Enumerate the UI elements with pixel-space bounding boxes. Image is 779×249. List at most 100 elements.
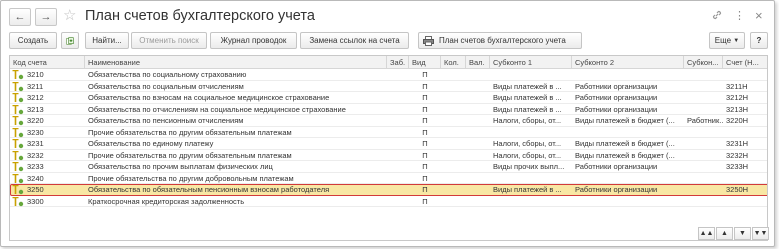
find-button[interactable]: Найти... xyxy=(85,32,129,49)
account-code: 3233 xyxy=(27,162,44,171)
cell-code: 3232 xyxy=(10,150,85,162)
table-row[interactable]: 3232 Прочие обязательства по другим обяза… xyxy=(10,150,767,162)
print-chart-label: План счетов бухгалтерского учета xyxy=(439,36,566,45)
scroll-first-button[interactable]: ▲▲ xyxy=(698,227,715,240)
cell-nu xyxy=(723,173,767,185)
account-code: 3230 xyxy=(27,127,44,137)
cell-kol xyxy=(441,69,466,81)
forward-button[interactable]: → xyxy=(35,8,57,26)
table-header: Код счета Наименование Заб. Вид Кол. Вал… xyxy=(10,56,767,69)
header-subkonto-1[interactable]: Субконто 1 xyxy=(490,56,572,69)
cell-vid: П xyxy=(422,127,428,137)
scroll-last-button[interactable]: ▼▼ xyxy=(752,227,769,240)
cell-s1: Виды платежей в ... xyxy=(493,93,562,102)
header-subkonto-2[interactable]: Субконто 2 xyxy=(572,56,684,69)
cell-s1: Виды прочих выпл... xyxy=(493,162,565,171)
cell-zab xyxy=(387,150,409,162)
cell-s1 xyxy=(490,196,572,208)
cancel-search-button[interactable]: Отменить поиск xyxy=(131,32,207,49)
cell-s1: Налоги, сборы, от... xyxy=(493,139,562,148)
cell-code: 3211 xyxy=(10,81,85,93)
cell-kol xyxy=(441,138,466,150)
cell-s2: Работники организации xyxy=(575,81,658,91)
cell-name: Обязательства по отчислениям на социальн… xyxy=(88,104,346,114)
account-code: 3212 xyxy=(27,93,44,102)
cell-name: Краткосрочная кредиторская задолженность xyxy=(88,196,245,206)
more-vertical-icon[interactable]: ⋮ xyxy=(734,9,745,23)
help-button[interactable]: ? xyxy=(750,32,768,49)
account-type-icon xyxy=(12,196,24,207)
table-row[interactable]: 3212 Обязательства по взносам на социальн… xyxy=(10,92,767,104)
table-row[interactable]: 3211 Обязательства по социальным отчислен… xyxy=(10,81,767,93)
cell-val xyxy=(466,184,490,196)
header-name[interactable]: Наименование xyxy=(85,56,387,69)
cell-s3 xyxy=(684,69,723,81)
cell-s2: Работники организации xyxy=(575,162,658,171)
header-vid[interactable]: Вид xyxy=(409,56,441,69)
account-code: 3232 xyxy=(27,150,44,160)
copy-button[interactable] xyxy=(61,32,79,49)
table-row[interactable]: 3231 Обязательства по единому платежу П Нал… xyxy=(10,138,767,150)
close-icon[interactable]: × xyxy=(755,9,763,23)
cell-code: 3231 xyxy=(10,138,85,150)
header-zab[interactable]: Заб. xyxy=(387,56,409,69)
header-kol[interactable]: Кол. xyxy=(441,56,466,69)
cell-val xyxy=(466,150,490,162)
table-row[interactable]: 3230 Прочие обязательства по другим обяза… xyxy=(10,127,767,139)
cell-code: 3300 xyxy=(10,196,85,208)
cell-name: Прочие обязательства по другим обязатель… xyxy=(88,127,292,137)
table-row[interactable]: 3250 Обязательства по обязательным пенсио… xyxy=(10,184,767,196)
header-code[interactable]: Код счета xyxy=(10,56,85,69)
link-icon[interactable] xyxy=(711,9,723,24)
arrow-right-icon: → xyxy=(40,11,52,23)
cell-zab xyxy=(387,127,409,139)
scroll-up-button[interactable]: ▲ xyxy=(716,227,733,240)
cell-s2: Работники организации xyxy=(575,104,658,114)
account-code: 3250 xyxy=(27,185,44,194)
cell-kol xyxy=(441,161,466,173)
table-row[interactable]: 3220 Обязательства по пенсионным отчислен… xyxy=(10,115,767,127)
cell-code: 3250 xyxy=(10,184,85,196)
journal-button[interactable]: Журнал проводок xyxy=(210,32,297,49)
scroll-down-button[interactable]: ▼ xyxy=(734,227,751,240)
cell-nu: 3231Н xyxy=(726,139,749,148)
cell-zab xyxy=(387,138,409,150)
table-row[interactable]: 3213 Обязательства по отчислениям на соци… xyxy=(10,104,767,116)
cell-val xyxy=(466,81,490,93)
create-button[interactable]: Создать xyxy=(9,32,57,49)
back-button[interactable]: ← xyxy=(9,8,31,26)
more-button[interactable]: Еще ▼ xyxy=(709,32,745,49)
cell-s2: Виды платежей в бюджет (... xyxy=(575,150,675,160)
cell-zab xyxy=(387,161,409,173)
replace-links-button[interactable]: Замена ссылок на счета xyxy=(300,32,409,49)
cell-name: Прочие обязательства по другим обязатель… xyxy=(88,150,292,160)
cell-vid: П xyxy=(422,139,428,148)
table-row[interactable]: 3240 Прочие обязательства по другим добро… xyxy=(10,173,767,185)
cell-name: Прочие обязательства по другим доброволь… xyxy=(88,173,294,183)
command-bar: Создать Найти... Отменить поиск Журнал п… xyxy=(1,32,774,50)
cell-s3: Работник... xyxy=(687,116,723,125)
window-title: План счетов бухгалтерского учета xyxy=(85,8,315,24)
account-type-icon xyxy=(12,138,24,149)
cell-vid: П xyxy=(422,173,428,183)
cell-name: Обязательства по пенсионным отчислениям xyxy=(88,116,244,125)
cell-zab xyxy=(387,81,409,93)
print-chart-of-accounts-button[interactable]: План счетов бухгалтерского учета xyxy=(418,32,582,49)
cell-zab xyxy=(387,104,409,116)
table-row[interactable]: 3233 Обязательства по прочим выплатам физ… xyxy=(10,161,767,173)
cell-kol xyxy=(441,104,466,116)
table-row[interactable]: 3210 Обязательства по социальному страхов… xyxy=(10,69,767,81)
cell-val xyxy=(466,161,490,173)
cell-vid: П xyxy=(422,162,428,171)
cell-vid: П xyxy=(422,81,428,91)
header-subkonto-3[interactable]: Субкон... xyxy=(684,56,723,69)
header-val[interactable]: Вал. xyxy=(466,56,490,69)
account-type-icon xyxy=(12,150,24,161)
cell-zab xyxy=(387,184,409,196)
cell-kol xyxy=(441,127,466,139)
cell-kol xyxy=(441,150,466,162)
cell-name: Обязательства по социальному страхованию xyxy=(88,70,247,79)
star-icon[interactable]: ☆ xyxy=(63,7,76,25)
header-account-nu[interactable]: Счет (Н... xyxy=(723,56,767,69)
table-row[interactable]: 3300 Краткосрочная кредиторская задолженн… xyxy=(10,196,767,208)
